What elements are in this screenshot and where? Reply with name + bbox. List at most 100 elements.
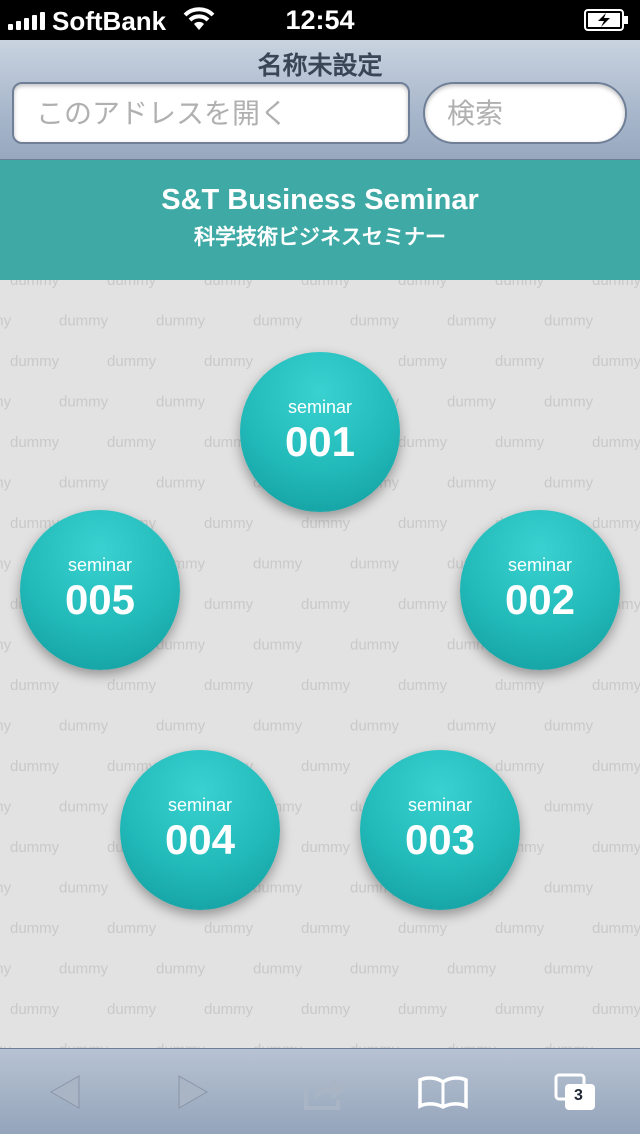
watermark-text: dummy — [544, 880, 594, 897]
banner: S&T Business Seminar 科学技術ビジネスセミナー — [0, 160, 640, 280]
seminar-label: seminar — [287, 397, 353, 417]
share-button[interactable] — [290, 1049, 360, 1134]
seminar-004-button[interactable]: seminar 004 — [120, 750, 280, 910]
watermark-text: dummy — [495, 758, 545, 775]
watermark-text: dummy — [156, 637, 206, 654]
watermark-text: dummy — [592, 758, 640, 775]
watermark-text: dummy — [350, 718, 400, 735]
watermark-text: dummy — [592, 434, 640, 451]
watermark-text: dummy — [447, 475, 497, 492]
watermark-text: dummy — [156, 313, 206, 330]
seminar-001-button[interactable]: seminar 001 — [240, 352, 400, 512]
watermark-text: dummy — [253, 961, 303, 978]
watermark-text: dummy — [544, 718, 594, 735]
watermark-text: dummy — [107, 920, 157, 937]
watermark-text: dummy — [398, 1001, 448, 1018]
watermark-text: dummy — [0, 880, 12, 897]
watermark-text: dummy — [59, 961, 109, 978]
watermark-text: dummy — [59, 799, 109, 816]
address-input[interactable] — [14, 84, 408, 142]
watermark-text: dummy — [253, 718, 303, 735]
watermark-text: dummy — [495, 353, 545, 370]
address-field[interactable] — [12, 82, 410, 144]
watermark-text: dummy — [59, 313, 109, 330]
back-arrow-icon — [49, 1075, 80, 1109]
watermark-text: dummy — [10, 353, 60, 370]
tabs-button[interactable]: 3 — [540, 1049, 610, 1134]
watermark-text: dummy — [10, 758, 60, 775]
seminar-number: 005 — [64, 576, 136, 623]
seminar-number: 002 — [504, 576, 576, 623]
watermark-text: dummy — [544, 799, 594, 816]
watermark-text: dummy — [0, 313, 12, 330]
watermark-text: dummy — [495, 434, 545, 451]
watermark-text: dummy — [495, 1001, 545, 1018]
bookmarks-icon — [418, 1076, 468, 1110]
browser-top-bar: 名称未設定 — [0, 40, 640, 160]
back-button[interactable] — [30, 1049, 100, 1134]
share-icon — [304, 1078, 346, 1110]
watermark-text: dummy — [350, 961, 400, 978]
status-bar: SoftBank 12:54 — [0, 0, 640, 40]
watermark-text: dummy — [592, 353, 640, 370]
watermark-text: dummy — [301, 515, 351, 532]
watermark-text: dummy — [301, 1001, 351, 1018]
watermark-text: dummy — [0, 475, 12, 492]
watermark-text: dummy — [301, 758, 351, 775]
watermark-text: dummy — [10, 434, 60, 451]
seminar-005-button[interactable]: seminar 005 — [20, 510, 180, 670]
clock: 12:54 — [285, 5, 355, 35]
seminar-003-button[interactable]: seminar 003 — [360, 750, 520, 910]
watermark-text: dummy — [253, 313, 303, 330]
browser-toolbar: 3 — [0, 1048, 640, 1134]
watermark-text: dummy — [107, 434, 157, 451]
watermark-text: dummy — [156, 394, 206, 411]
watermark-text: dummy — [350, 637, 400, 654]
search-field[interactable] — [423, 82, 627, 144]
watermark-text: dummy — [156, 961, 206, 978]
watermark-text: dummy — [204, 677, 254, 694]
watermark-text: dummy — [592, 677, 640, 694]
seminar-number: 001 — [284, 418, 356, 465]
forward-button[interactable] — [158, 1049, 228, 1134]
page-title: 名称未設定 — [257, 52, 383, 80]
watermark-text: dummy — [0, 961, 12, 978]
page-content: dummy dummy dummy dummy dummy dummy dummy dummy… — [0, 160, 640, 1048]
watermark-text: dummy — [204, 920, 254, 937]
watermark-text: dummy — [447, 394, 497, 411]
watermark-text: dummy — [10, 677, 60, 694]
watermark-text: dummy — [398, 434, 448, 451]
watermark-text: dummy — [398, 596, 448, 613]
seminar-002-button[interactable]: seminar 002 — [460, 510, 620, 670]
watermark-text: dummy — [398, 677, 448, 694]
watermark-text: dummy — [59, 475, 109, 492]
watermark-text: dummy — [59, 394, 109, 411]
watermark-text: dummy — [350, 556, 400, 573]
watermark-text: dummy — [398, 353, 448, 370]
watermark-text: dummy — [107, 1001, 157, 1018]
watermark-text: dummy — [592, 1001, 640, 1018]
seminar-label: seminar — [407, 795, 473, 815]
watermark-text: dummy — [204, 353, 254, 370]
search-input[interactable] — [425, 84, 625, 142]
tabs-count: 3 — [574, 1087, 583, 1104]
watermark-text: dummy — [253, 556, 303, 573]
bookmarks-button[interactable] — [408, 1049, 478, 1134]
watermark-text: dummy — [544, 394, 594, 411]
seminar-number: 004 — [164, 816, 236, 863]
watermark-text: dummy — [0, 637, 12, 654]
watermark-text: dummy — [10, 839, 60, 856]
watermark-text: dummy — [253, 637, 303, 654]
watermark-text: dummy — [447, 313, 497, 330]
watermark-text: dummy — [204, 515, 254, 532]
watermark-text: dummy — [59, 880, 109, 897]
watermark-text: dummy — [495, 920, 545, 937]
watermark-text: dummy — [0, 556, 12, 573]
watermark-text: dummy — [156, 475, 206, 492]
banner-subtitle: 科学技術ビジネスセミナー — [194, 225, 446, 249]
banner-title: S&T Business Seminar — [161, 184, 479, 216]
watermark-text: dummy — [59, 718, 109, 735]
watermark-text: dummy — [592, 920, 640, 937]
seminar-label: seminar — [167, 795, 233, 815]
watermark-text: dummy — [447, 961, 497, 978]
